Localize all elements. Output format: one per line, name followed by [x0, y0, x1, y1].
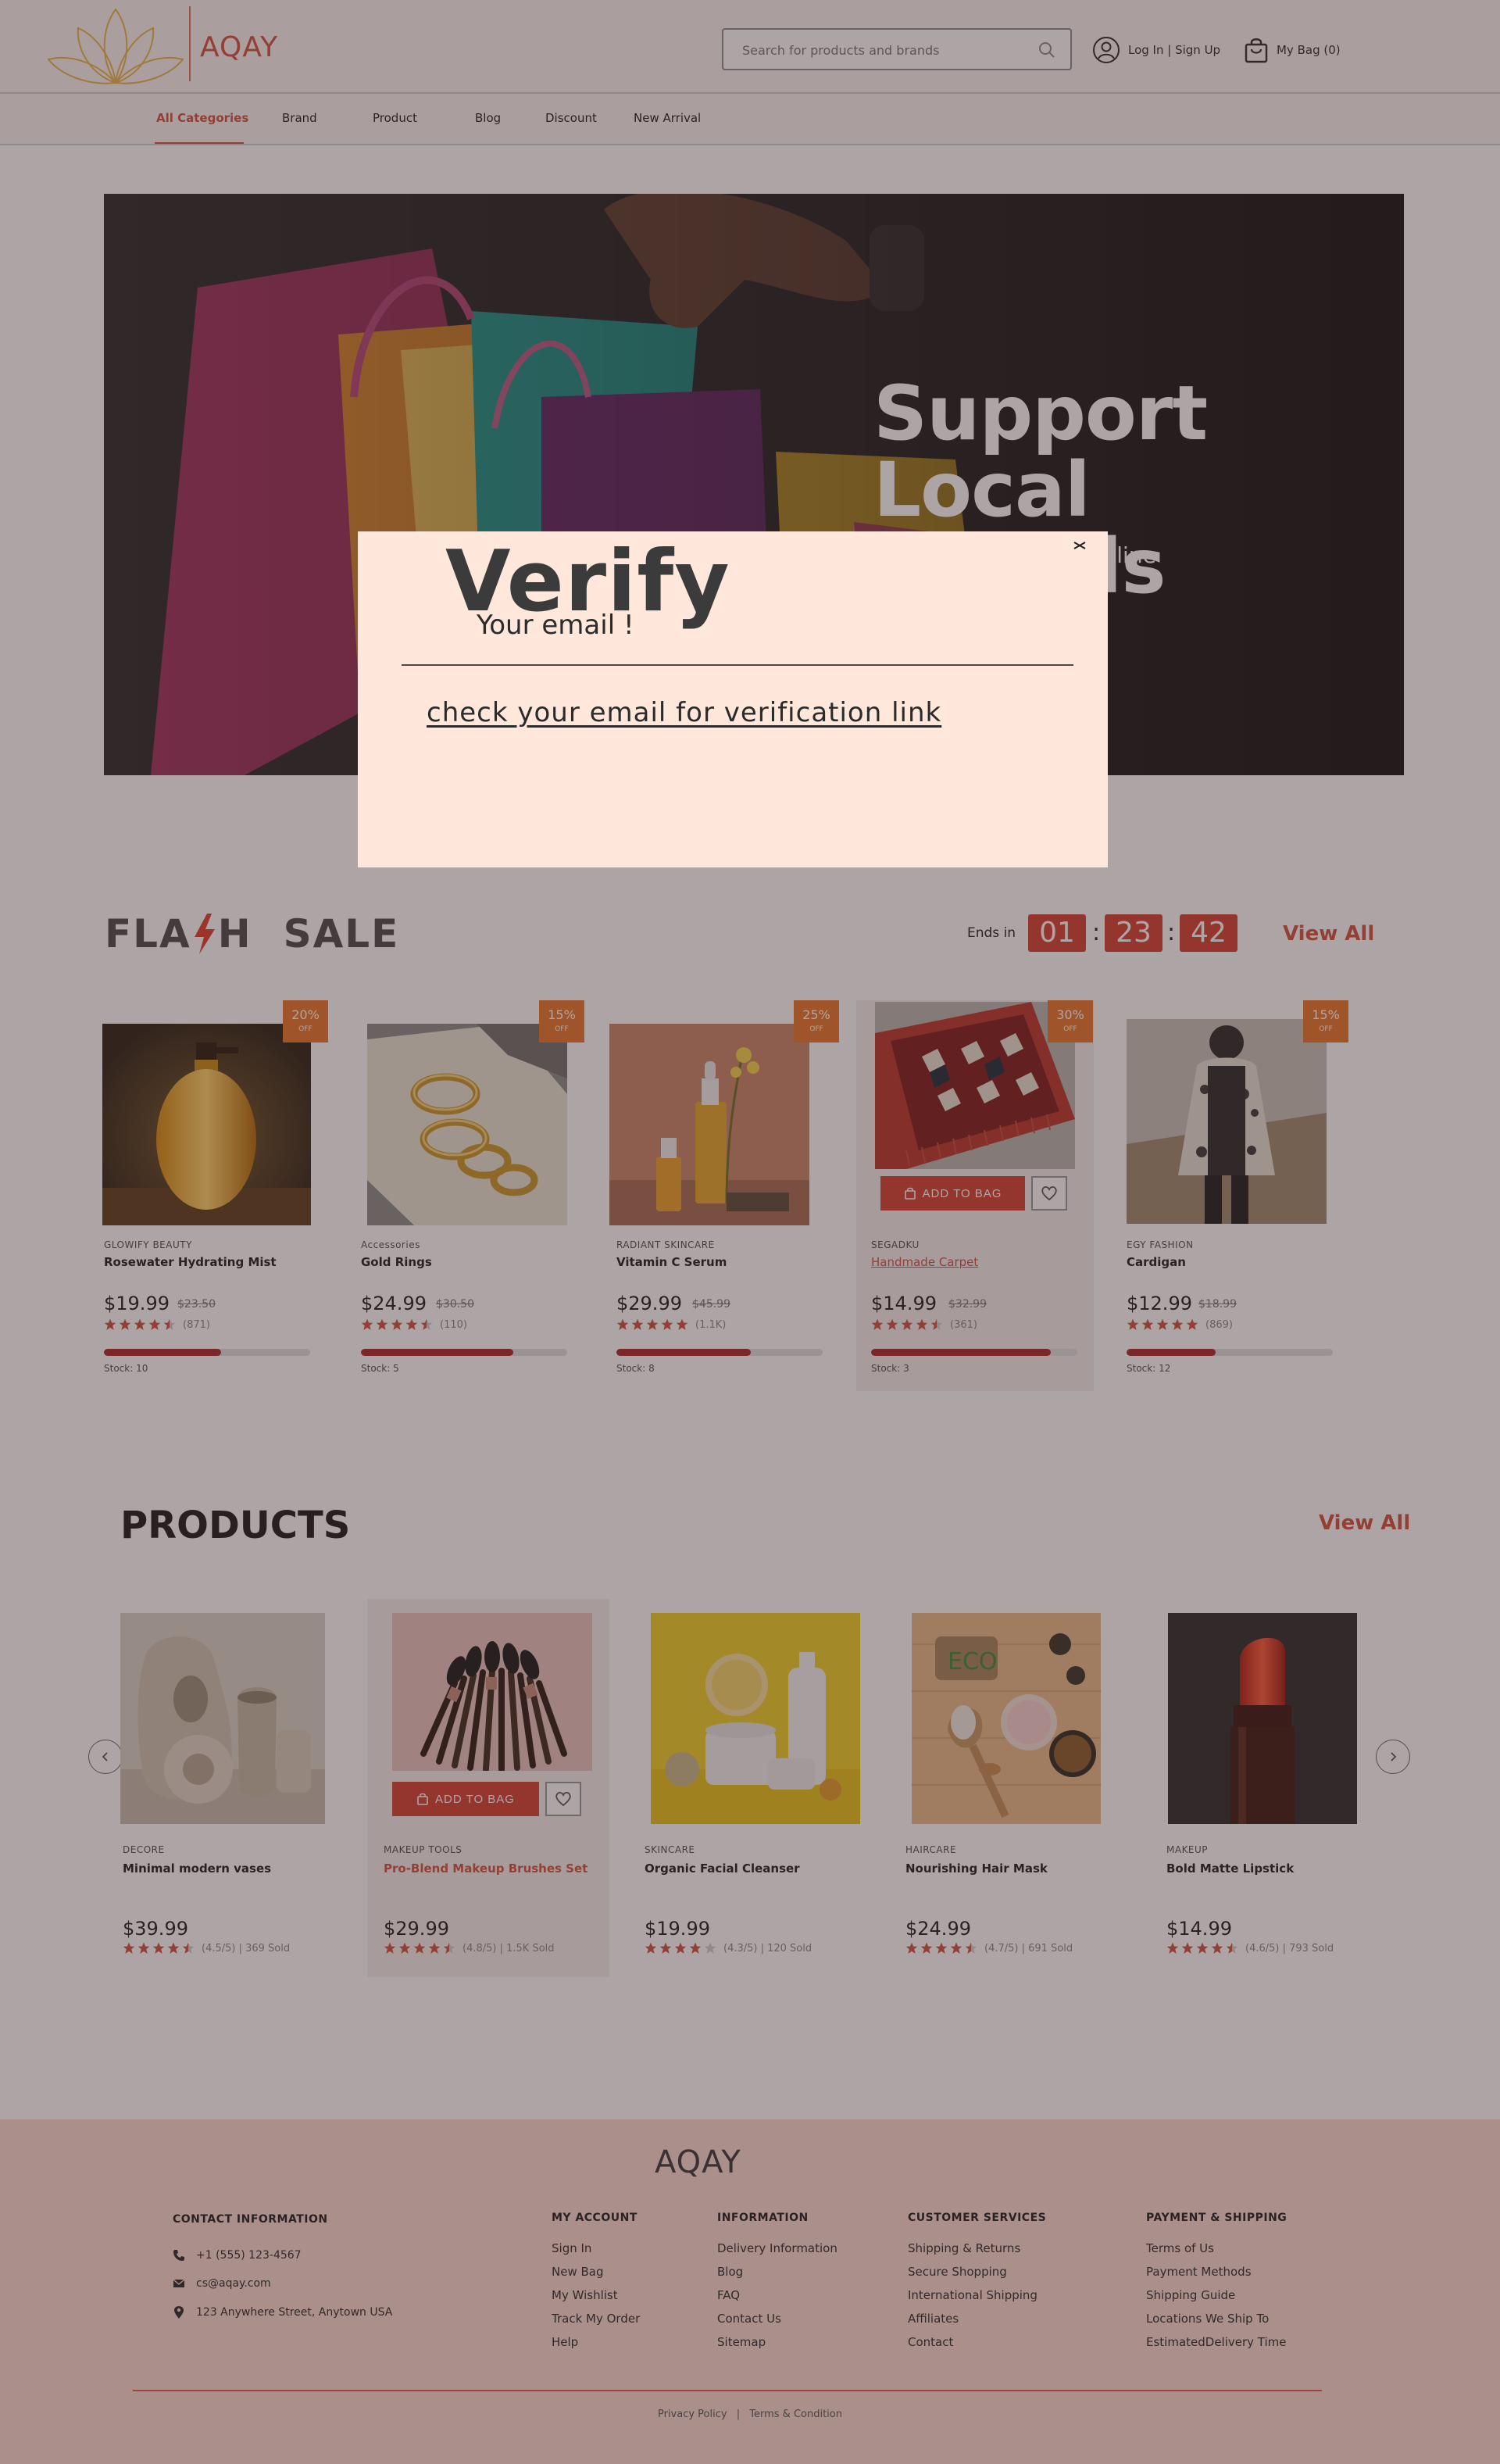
close-icon: [1073, 542, 1086, 549]
modal-subtitle: Your email !: [477, 610, 634, 641]
verify-email-modal: Verify Your email ! check your email for…: [358, 531, 1108, 867]
verification-message-link[interactable]: check your email for verification link: [427, 697, 941, 728]
modal-close-button[interactable]: [1069, 535, 1091, 556]
modal-divider: [402, 664, 1073, 666]
modal-overlay[interactable]: [0, 0, 1500, 2464]
